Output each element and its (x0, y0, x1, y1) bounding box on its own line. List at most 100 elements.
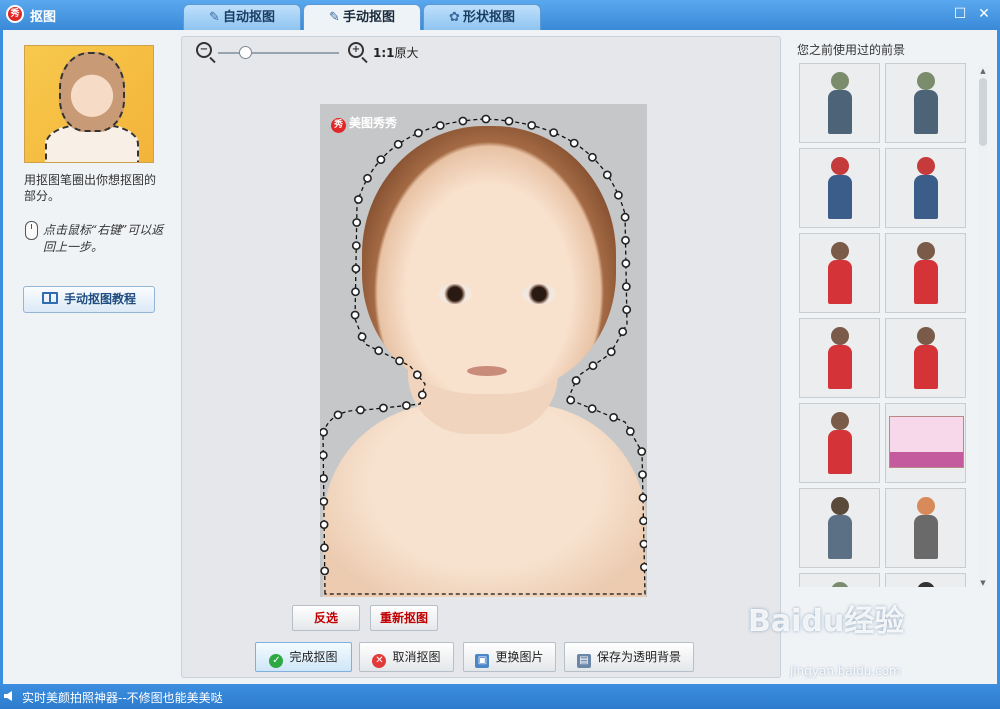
zoom-slider-thumb[interactable] (238, 46, 252, 59)
path-node[interactable] (320, 497, 329, 506)
path-node[interactable] (504, 116, 514, 126)
girl-red-dress-figure-head (916, 242, 935, 260)
tab-shape-cutout[interactable]: ✿ 形状抠图 (423, 4, 541, 31)
path-node[interactable] (571, 376, 581, 385)
maximize-icon[interactable]: ☐ (951, 5, 969, 23)
zoom-in-icon[interactable]: + (348, 42, 364, 58)
zoom-slider-track[interactable] (218, 52, 339, 54)
foreground-item[interactable] (885, 63, 966, 143)
path-node[interactable] (625, 426, 635, 436)
foreground-item[interactable] (799, 318, 880, 398)
tutorial-button[interactable]: 手动抠图教程 (23, 286, 155, 313)
foreground-item[interactable] (885, 573, 966, 587)
redo-cutout-button[interactable]: 重新抠图 (370, 605, 438, 631)
foreground-item[interactable] (885, 403, 966, 483)
cancel-label: 取消抠图 (392, 650, 441, 664)
zoom-ratio[interactable]: 1:1原大 (373, 44, 419, 61)
path-node[interactable] (606, 347, 616, 357)
foreground-item[interactable] (885, 318, 966, 398)
path-node[interactable] (351, 241, 361, 250)
path-node[interactable] (357, 332, 367, 342)
save-icon: ▤ (576, 654, 591, 668)
foreground-item[interactable] (799, 233, 880, 313)
path-node[interactable] (379, 403, 388, 413)
tab-auto-cutout[interactable]: ✎ 自动抠图 (183, 4, 301, 31)
scroll-down-icon[interactable]: ▼ (978, 578, 988, 588)
scroll-thumb[interactable] (979, 78, 987, 146)
change-image-button[interactable]: ▣ 更换图片 (463, 642, 556, 672)
path-node[interactable] (320, 427, 328, 437)
selection-path[interactable] (320, 104, 647, 597)
foreground-item[interactable] (799, 573, 880, 587)
path-node[interactable] (602, 170, 612, 180)
editing-photo[interactable]: 秀美图秀秀 (320, 104, 647, 597)
path-node[interactable] (354, 195, 363, 204)
path-node[interactable] (566, 395, 576, 405)
path-node[interactable] (637, 447, 647, 456)
girl-red-dress-figure-head (916, 327, 935, 345)
path-node[interactable] (417, 390, 427, 400)
path-node[interactable] (393, 139, 403, 149)
foreground-item[interactable] (885, 488, 966, 568)
path-node[interactable] (320, 566, 330, 576)
path-node[interactable] (621, 258, 631, 268)
path-node[interactable] (374, 346, 384, 356)
foreground-item[interactable] (799, 63, 880, 143)
path-node[interactable] (356, 405, 365, 415)
path-node[interactable] (414, 128, 423, 138)
scroll-up-icon[interactable]: ▲ (978, 66, 988, 76)
path-node[interactable] (569, 138, 579, 148)
path-node[interactable] (402, 401, 411, 410)
path-node[interactable] (620, 212, 630, 222)
path-node[interactable] (587, 152, 597, 162)
foreground-item[interactable] (799, 403, 880, 483)
path-node[interactable] (621, 235, 630, 245)
save-transparent-button[interactable]: ▤ 保存为透明背景 (564, 642, 694, 672)
foreground-item[interactable] (799, 488, 880, 568)
path-node[interactable] (320, 474, 328, 483)
path-node[interactable] (458, 116, 468, 126)
foreground-item[interactable] (885, 148, 966, 228)
path-node[interactable] (639, 516, 647, 526)
path-node[interactable] (618, 327, 628, 337)
path-node[interactable] (352, 218, 362, 227)
finish-cutout-button[interactable]: ✓ 完成抠图 (255, 642, 352, 672)
scrollbar[interactable]: ▲ ▼ (978, 66, 988, 588)
path-node[interactable] (613, 190, 623, 200)
close-icon[interactable]: ✕ (975, 5, 993, 23)
zoom-out-icon[interactable]: − (196, 42, 212, 58)
path-node[interactable] (320, 520, 329, 529)
path-node[interactable] (376, 155, 386, 164)
path-node[interactable] (621, 282, 631, 291)
path-node[interactable] (587, 404, 597, 414)
foreground-item[interactable] (885, 233, 966, 313)
path-node[interactable] (320, 450, 328, 460)
path-node[interactable] (638, 493, 647, 503)
path-node[interactable] (622, 305, 632, 315)
path-node[interactable] (320, 543, 329, 553)
path-node[interactable] (527, 120, 537, 130)
path-node[interactable] (435, 121, 445, 130)
path-node[interactable] (481, 114, 491, 124)
path-node[interactable] (351, 264, 361, 274)
path-node[interactable] (395, 356, 404, 366)
path-node[interactable] (588, 361, 598, 371)
path-node[interactable] (333, 410, 343, 420)
path-node[interactable] (639, 539, 647, 549)
ratio-value: 1:1 (373, 46, 395, 60)
status-text[interactable]: 实时美颜拍照神器--不修图也能美美哒 (22, 689, 223, 706)
path-node[interactable] (350, 310, 360, 320)
path-node[interactable] (609, 412, 618, 422)
path-node[interactable] (638, 470, 647, 479)
path-node[interactable] (549, 128, 559, 137)
path-node[interactable] (351, 287, 360, 297)
thumbnail-face (59, 52, 125, 132)
dark-figure-head (916, 582, 935, 587)
path-node[interactable] (412, 370, 422, 380)
cancel-cutout-button[interactable]: ✕ 取消抠图 (359, 642, 454, 672)
foreground-item[interactable] (799, 148, 880, 228)
path-node[interactable] (363, 173, 372, 183)
invert-selection-button[interactable]: 反选 (292, 605, 360, 631)
path-node[interactable] (640, 562, 647, 572)
tab-manual-cutout[interactable]: ✎ 手动抠图 (303, 4, 421, 32)
